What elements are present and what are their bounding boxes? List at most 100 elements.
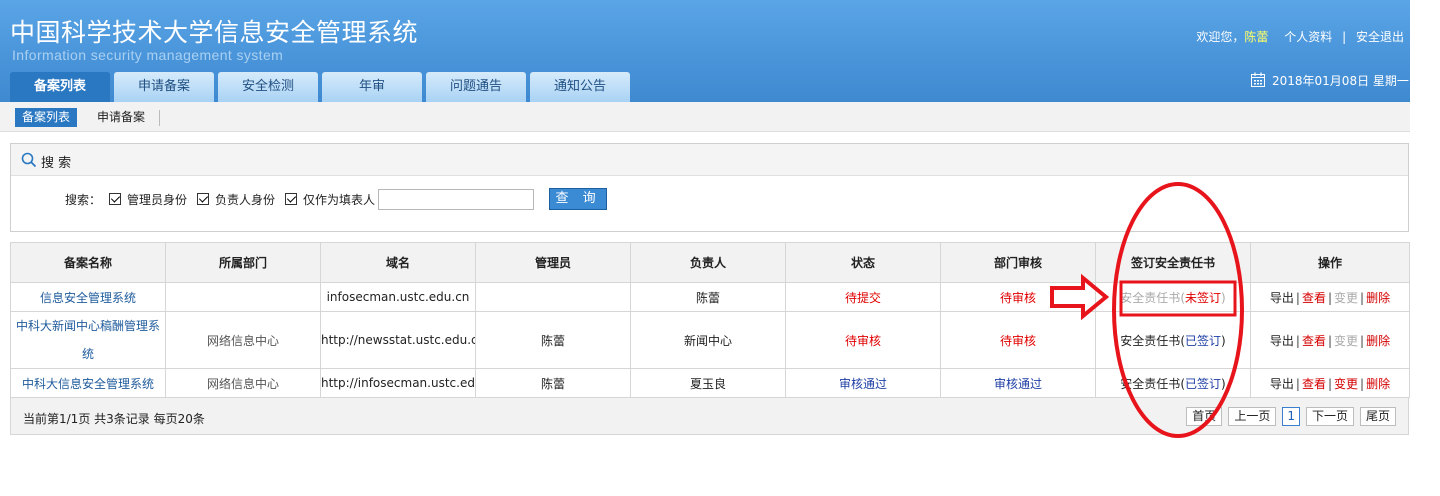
delete-link[interactable]: 删除 — [1366, 291, 1390, 305]
owner-role-checkbox[interactable] — [197, 193, 210, 205]
sign-label: 安全责任书 — [1120, 290, 1181, 305]
review-cell: 待审核 — [940, 282, 1096, 312]
tab-issue-notice[interactable]: 问题通告 — [426, 72, 526, 102]
status-cell: 审核通过 — [785, 368, 941, 398]
domain-cell: infosecman.ustc.edu.cn — [320, 282, 476, 312]
logout-link[interactable]: 安全退出 — [1356, 30, 1404, 44]
search-icon — [21, 152, 37, 168]
subnav-filing-list[interactable]: 备案列表 — [15, 108, 78, 127]
col-header-domain: 域名 — [320, 242, 476, 283]
filing-table-wrap: 备案名称 所属部门 域名 管理员 负责人 状态 部门审核 签订安全责任书 操作 … — [10, 242, 1410, 435]
dept-cell: 网络信息中心 — [165, 368, 321, 398]
table-row: 中科大新闻中心稿酬管理系统 网络信息中心 http://newsstat.ust… — [10, 311, 1410, 369]
col-header-status: 状态 — [785, 242, 941, 283]
date-text: 2018年01月08日 星期一 — [1272, 74, 1409, 88]
review-cell: 审核通过 — [940, 368, 1096, 398]
filing-name-cell: 信息安全管理系统 — [10, 282, 166, 312]
user-name: 陈蕾 — [1244, 30, 1269, 44]
profile-link[interactable]: 个人资料 — [1284, 30, 1332, 44]
welcome-text: 欢迎您， — [1196, 30, 1245, 44]
status-cell: 待提交 — [785, 282, 941, 312]
dept-cell — [165, 282, 321, 312]
user-bar: 欢迎您，陈蕾 个人资料 | 安全退出 — [1196, 28, 1404, 45]
search-input[interactable] — [378, 188, 535, 210]
col-header-dept: 所属部门 — [165, 242, 321, 283]
sign-cell: 安全责任书(已签订) — [1095, 368, 1251, 398]
query-button[interactable]: 查 询 — [549, 188, 608, 210]
admin-cell — [475, 282, 631, 312]
col-header-review: 部门审核 — [940, 242, 1096, 283]
sign-cell: 安全责任书(未签订) — [1095, 282, 1251, 312]
owner-cell: 新闻中心 — [630, 311, 786, 369]
subnav-divider — [159, 110, 160, 126]
col-header-ops: 操作 — [1250, 242, 1410, 283]
filing-name-link[interactable]: 中科大信息安全管理系统 — [22, 377, 154, 391]
table-row: 中科大信息安全管理系统 网络信息中心 http://infosecman.ust… — [10, 368, 1410, 398]
owner-role-label: 负责人身份 — [215, 192, 276, 207]
last-page-button[interactable]: 尾页 — [1359, 407, 1396, 426]
change-link: 变更 — [1334, 290, 1359, 305]
filing-table: 备案名称 所属部门 域名 管理员 负责人 状态 部门审核 签订安全责任书 操作 … — [10, 242, 1410, 398]
delete-link[interactable]: 删除 — [1366, 377, 1390, 391]
page-info: 当前第1/1页 共3条记录 每页20条 — [23, 412, 205, 426]
table-header-row: 备案名称 所属部门 域名 管理员 负责人 状态 部门审核 签订安全责任书 操作 — [10, 242, 1410, 283]
tab-apply-filing[interactable]: 申请备案 — [114, 72, 214, 102]
main-nav: 备案列表 申请备案 安全检测 年审 问题通告 通知公告 — [10, 72, 634, 102]
prev-page-button[interactable]: 上一页 — [1228, 407, 1277, 426]
tab-annual-review[interactable]: 年审 — [322, 72, 422, 102]
admin-cell: 陈蕾 — [475, 368, 631, 398]
sign-label: 安全责任书 — [1120, 333, 1181, 348]
pagination-bar: 当前第1/1页 共3条记录 每页20条 首页 上一页 1 下一页 尾页 — [10, 398, 1409, 435]
view-link[interactable]: 查看 — [1302, 377, 1326, 391]
domain-cell: http://newsstat.ustc.edu.cn — [320, 311, 476, 369]
filler-only-checkbox[interactable] — [285, 193, 298, 205]
change-link: 变更 — [1334, 333, 1359, 348]
admin-role-checkbox[interactable] — [109, 193, 122, 205]
filing-name-cell: 中科大信息安全管理系统 — [10, 368, 166, 398]
sign-status-link[interactable]: 未签订 — [1185, 291, 1221, 305]
change-link[interactable]: 变更 — [1334, 377, 1358, 391]
user-bar-divider: | — [1342, 30, 1347, 44]
sign-status-link[interactable]: 已签订 — [1185, 377, 1221, 391]
ops-cell: 导出 | 查看 | 变更 | 删除 — [1250, 368, 1410, 398]
tab-security-check[interactable]: 安全检测 — [218, 72, 318, 102]
first-page-button[interactable]: 首页 — [1186, 407, 1223, 426]
col-header-name: 备案名称 — [10, 242, 166, 283]
owner-cell: 陈蕾 — [630, 282, 786, 312]
sign-status-link[interactable]: 已签订 — [1185, 334, 1221, 348]
review-cell: 待审核 — [940, 311, 1096, 369]
col-header-owner: 负责人 — [630, 242, 786, 283]
pager: 首页 上一页 1 下一页 尾页 — [1180, 407, 1396, 426]
app-title: 中国科学技术大学信息安全管理系统 — [10, 18, 419, 47]
export-link[interactable]: 导出 — [1270, 334, 1294, 348]
tab-filing-list[interactable]: 备案列表 — [10, 72, 110, 102]
view-link[interactable]: 查看 — [1302, 334, 1326, 348]
search-title: 搜 索 — [41, 156, 72, 171]
sign-label: 安全责任书 — [1120, 376, 1181, 391]
status-cell: 待审核 — [785, 311, 941, 369]
admin-role-label: 管理员身份 — [127, 192, 188, 207]
search-label: 搜索： — [65, 192, 102, 207]
current-page-button[interactable]: 1 — [1282, 407, 1300, 426]
domain-cell: http://infosecman.ustc.edu — [320, 368, 476, 398]
delete-link[interactable]: 删除 — [1366, 334, 1390, 348]
filing-name-link[interactable]: 信息安全管理系统 — [40, 291, 136, 305]
export-link[interactable]: 导出 — [1270, 291, 1294, 305]
export-link[interactable]: 导出 — [1270, 377, 1294, 391]
next-page-button[interactable]: 下一页 — [1305, 407, 1354, 426]
table-row: 信息安全管理系统 infosecman.ustc.edu.cn 陈蕾 待提交 待… — [10, 282, 1410, 312]
ops-cell: 导出 | 查看 | 变更 | 删除 — [1250, 311, 1410, 369]
date-display: 2018年01月08日 星期一 — [1250, 72, 1409, 89]
filing-name-cell: 中科大新闻中心稿酬管理系统 — [10, 311, 166, 369]
owner-cell: 夏玉良 — [630, 368, 786, 398]
calendar-icon — [1251, 72, 1265, 87]
col-header-admin: 管理员 — [475, 242, 631, 283]
search-panel-header: 搜 索 — [11, 144, 1408, 176]
admin-cell: 陈蕾 — [475, 311, 631, 369]
view-link[interactable]: 查看 — [1302, 291, 1326, 305]
subnav-apply-filing[interactable]: 申请备案 — [90, 108, 152, 127]
tab-announcements[interactable]: 通知公告 — [530, 72, 630, 102]
filing-name-link[interactable]: 中科大新闻中心稿酬管理系统 — [16, 319, 160, 361]
col-header-sign: 签订安全责任书 — [1095, 242, 1251, 283]
sub-nav: 备案列表 申请备案 — [0, 102, 1410, 132]
